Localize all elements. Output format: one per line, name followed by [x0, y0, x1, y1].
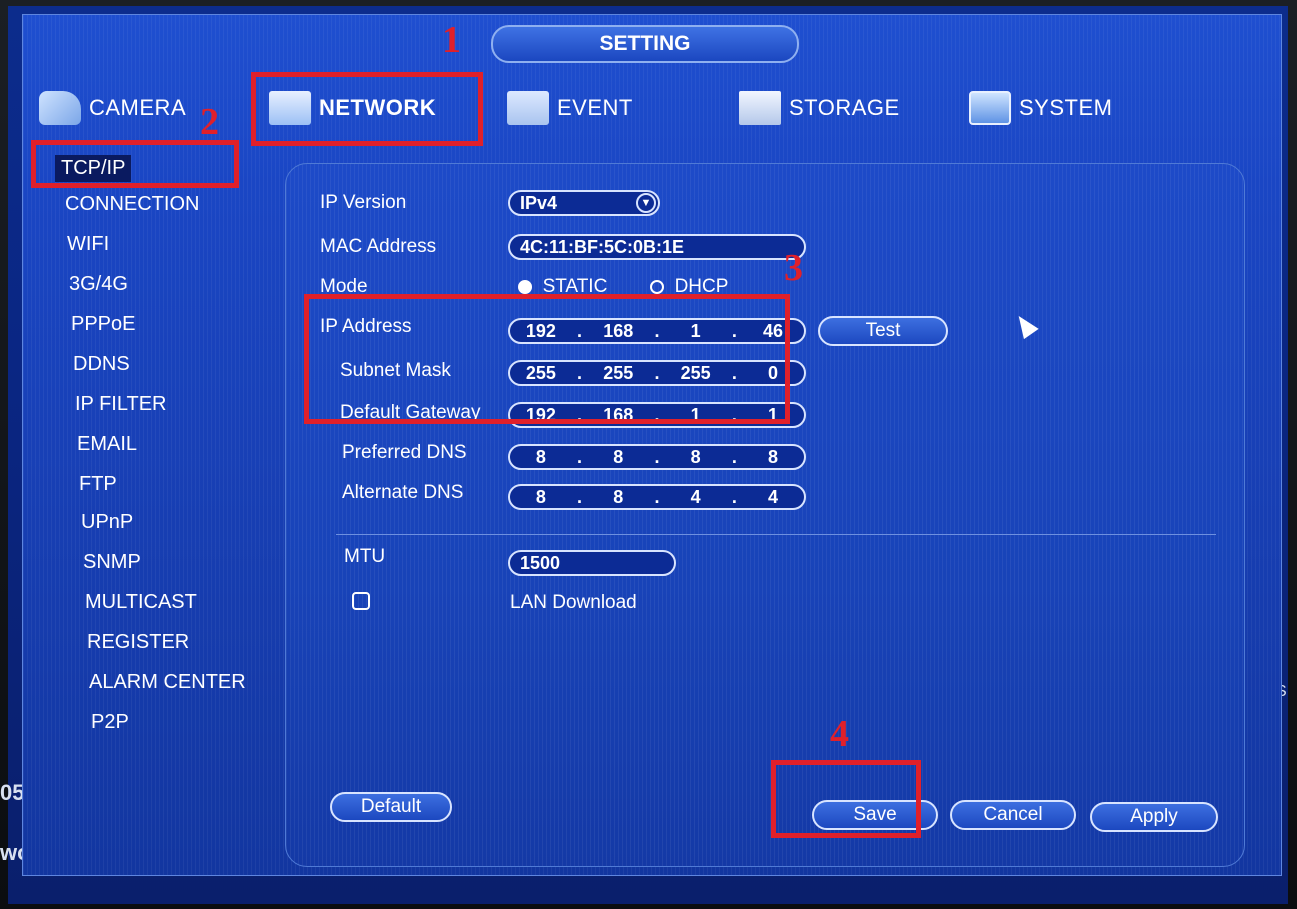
sidebar-item-connection[interactable]: CONNECTION	[65, 193, 199, 216]
mouse-cursor-icon	[1011, 310, 1039, 340]
preferred-dns-field[interactable]: 8. 8. 8. 8	[508, 444, 806, 470]
sidebar-item-email[interactable]: EMAIL	[77, 433, 137, 456]
ip-octet[interactable]: 8	[746, 447, 800, 468]
sidebar-item-3g4g[interactable]: 3G/4G	[69, 273, 128, 296]
chevron-down-icon: ▼	[636, 193, 656, 213]
window-title: SETTING	[491, 25, 799, 63]
ip-version-value: IPv4	[520, 192, 558, 213]
sidebar-item-register[interactable]: REGISTER	[87, 631, 189, 654]
ip-octet[interactable]: 8	[591, 447, 645, 468]
mac-address-field[interactable]: 4C:11:BF:5C:0B:1E	[508, 234, 806, 260]
background-text: 05	[0, 780, 25, 805]
apply-button[interactable]: Apply	[1090, 802, 1218, 832]
mtu-label: MTU	[344, 546, 386, 567]
tcpip-panel: IP Version IPv4 ▼ MAC Address 4C:11:BF:5…	[285, 163, 1245, 867]
sidebar-item-wifi[interactable]: WIFI	[67, 233, 109, 256]
alternate-dns-field[interactable]: 8. 8. 4. 4	[508, 484, 806, 510]
annotation-box-ip-settings	[304, 294, 790, 424]
preferred-dns-label: Preferred DNS	[342, 442, 467, 463]
mac-address-label: MAC Address	[320, 236, 437, 257]
ip-dot: .	[577, 486, 583, 507]
default-button[interactable]: Default	[330, 792, 452, 822]
test-button[interactable]: Test	[818, 316, 948, 346]
ip-octet[interactable]: 4	[669, 487, 723, 508]
ip-dot: .	[654, 486, 660, 507]
storage-icon	[739, 91, 781, 125]
ip-octet[interactable]: 8	[514, 447, 568, 468]
sidebar-item-snmp[interactable]: SNMP	[83, 551, 141, 574]
ip-dot: .	[731, 486, 737, 507]
lan-download-checkbox[interactable]	[352, 592, 370, 610]
annotation-number: 3	[784, 247, 803, 289]
ip-version-select[interactable]: IPv4 ▼	[508, 190, 660, 216]
tab-label: CAMERA	[89, 95, 187, 120]
section-divider	[336, 534, 1216, 535]
tab-label: SYSTEM	[1019, 95, 1113, 120]
tab-label: STORAGE	[789, 95, 900, 120]
radio-unselected-icon	[650, 279, 664, 294]
ip-octet[interactable]: 8	[514, 487, 568, 508]
alternate-dns-label: Alternate DNS	[342, 482, 464, 503]
sidebar-item-ddns[interactable]: DDNS	[73, 353, 130, 376]
annotation-box-network	[251, 72, 483, 146]
radio-selected-icon	[518, 279, 532, 294]
sidebar-item-pppoe[interactable]: PPPoE	[71, 313, 135, 336]
sidebar-item-ip-filter[interactable]: IP FILTER	[75, 393, 167, 416]
sidebar-item-upnp[interactable]: UPnP	[81, 511, 133, 534]
tab-event[interactable]: EVENT	[507, 83, 633, 133]
ip-octet[interactable]: 8	[591, 487, 645, 508]
annotation-number: 2	[200, 101, 219, 143]
ip-octet[interactable]: 8	[669, 447, 723, 468]
ip-version-label: IP Version	[320, 192, 407, 213]
ip-dot: .	[577, 446, 583, 467]
annotation-box-tcpip	[31, 140, 239, 188]
mtu-field[interactable]: 1500	[508, 550, 676, 576]
cancel-button[interactable]: Cancel	[950, 800, 1076, 830]
ip-dot: .	[654, 446, 660, 467]
tab-storage[interactable]: STORAGE	[739, 83, 900, 133]
ip-octet[interactable]: 4	[746, 487, 800, 508]
ip-dot: .	[731, 446, 737, 467]
annotation-number: 4	[830, 713, 849, 755]
sidebar-item-p2p[interactable]: P2P	[91, 711, 129, 734]
camera-icon	[39, 91, 81, 125]
sidebar-item-ftp[interactable]: FTP	[79, 473, 117, 496]
tab-system[interactable]: SYSTEM	[969, 83, 1112, 133]
sidebar-item-alarm-center[interactable]: ALARM CENTER	[89, 671, 246, 694]
annotation-number: 1	[442, 19, 461, 61]
tab-camera[interactable]: CAMERA	[39, 83, 186, 133]
event-icon	[507, 91, 549, 125]
sidebar-item-multicast[interactable]: MULTICAST	[85, 591, 197, 614]
lan-download-label: LAN Download	[510, 592, 637, 613]
annotation-box-save	[771, 760, 921, 838]
system-icon	[969, 91, 1011, 125]
tab-label: EVENT	[557, 95, 633, 120]
